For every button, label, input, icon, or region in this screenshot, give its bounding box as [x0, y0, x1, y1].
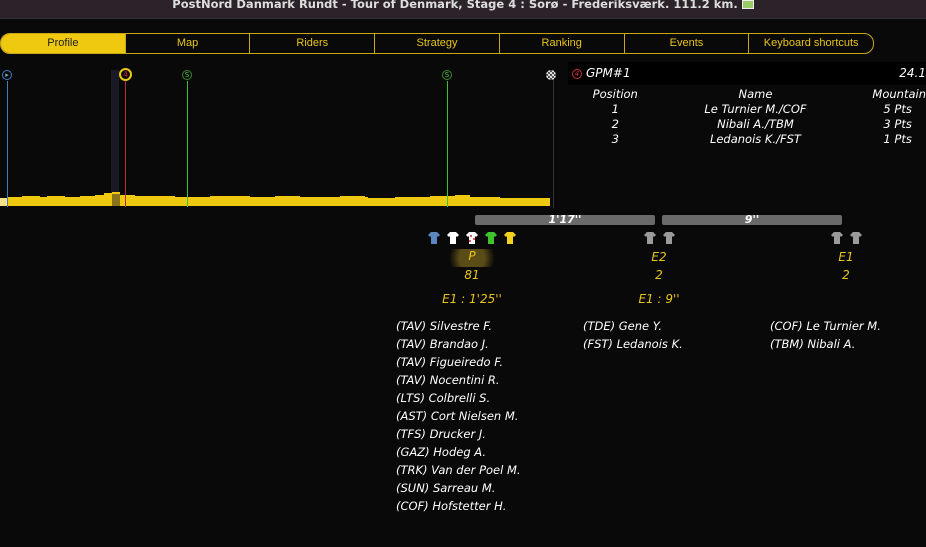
tab-strategy[interactable]: Strategy [375, 34, 500, 53]
jersey-icon [850, 229, 862, 244]
window-title-bar: PostNord Danmark Rundt - Tour of Denmark… [0, 0, 926, 19]
rider-item[interactable]: (TBM) Nibali A. [770, 335, 881, 353]
jersey-icon [644, 229, 656, 244]
group-count: 81 [464, 268, 480, 282]
flag-icon [741, 0, 754, 9]
group-delay: E1 : 9'' [638, 292, 680, 306]
rider-item[interactable]: (TAV) Brandao J. [396, 335, 521, 353]
rider-list: (TAV) Silvestre F. (TAV) Brandao J. (TAV) … [396, 317, 521, 515]
col-header: Position [592, 87, 638, 101]
rider-item[interactable]: (AST) Cort Nielsen M. [396, 407, 521, 425]
peloton-badge[interactable]: P [442, 249, 502, 267]
gpm-table: Position Name Mountain 1 Le Turnier M./COF 5… [568, 87, 926, 147]
sprint-line [447, 81, 448, 207]
window-title: PostNord Danmark Rundt - Tour of Denmark… [172, 0, 738, 11]
start-line [7, 81, 8, 207]
jersey-icon [663, 229, 675, 244]
rider-item[interactable]: (TAV) Nocentini R. [396, 371, 521, 389]
gpm-header: 4 GPM#1 24.1 [568, 62, 926, 85]
mountain-line [125, 81, 126, 207]
stage-profile[interactable]: ▸ 4 S S [0, 62, 556, 208]
gap-bar: 1'17'' [475, 214, 655, 225]
jersey-icon [485, 229, 497, 244]
sprint-icon[interactable]: S [182, 70, 192, 80]
table-row: 3 Ledanois K./FST 1 Pts [611, 132, 912, 146]
rider-list: (COF) Le Turnier M. (TBM) Nibali A. [770, 317, 881, 353]
finish-flag-icon[interactable] [546, 70, 556, 80]
tab-events[interactable]: Events [625, 34, 750, 53]
col-header: Mountain [872, 87, 926, 101]
rider-item[interactable]: (COF) Le Turnier M. [770, 317, 881, 335]
gpm-title: GPM#1 [586, 66, 631, 80]
rider-item[interactable]: (TAV) Silvestre F. [396, 317, 521, 335]
tab-profile[interactable]: Profile [1, 34, 126, 53]
rider-item[interactable]: (GAZ) Hodeg A. [396, 443, 521, 461]
col-header: Name [738, 87, 773, 101]
rider-item[interactable]: (LTS) Colbrelli S. [396, 389, 521, 407]
jersey-icon [466, 229, 478, 244]
gap-bar: 9'' [662, 214, 842, 225]
rider-item[interactable]: (SUN) Sarreau M. [396, 479, 521, 497]
jersey-icon [831, 229, 843, 244]
gpm-distance: 24.1 [899, 66, 926, 80]
sprint-line [187, 81, 188, 207]
rider-item[interactable]: (FST) Ledanois K. [583, 335, 683, 353]
group-count: 2 [655, 268, 663, 282]
rider-item[interactable]: (TAV) Figueiredo F. [396, 353, 521, 371]
start-icon[interactable]: ▸ [2, 70, 12, 80]
tab-bar: Profile Map Riders Strategy Ranking Even… [0, 33, 874, 54]
mountain-category-icon: 4 [572, 68, 582, 79]
mountain-sprint-icon[interactable]: 4 [119, 68, 132, 81]
sprint-icon[interactable]: S [442, 70, 452, 80]
rider-list: (TDE) Gene Y. (FST) Ledanois K. [583, 317, 683, 353]
jersey-icon [428, 229, 440, 244]
tab-ranking[interactable]: Ranking [500, 34, 625, 53]
gpm-panel: 4 GPM#1 24.1 Position Name Mountain 1 Le Turn… [568, 62, 926, 147]
tab-riders[interactable]: Riders [250, 34, 376, 53]
group-label[interactable]: E1 [816, 250, 876, 264]
jersey-icon [504, 229, 516, 244]
table-row: 1 Le Turnier M./COF 5 Pts [611, 102, 912, 116]
tab-keyboard-shortcuts[interactable]: Keyboard shortcuts [749, 34, 873, 53]
group-label[interactable]: E2 [629, 250, 689, 264]
rider-item[interactable]: (TDE) Gene Y. [583, 317, 683, 335]
group-count: 2 [842, 268, 850, 282]
rider-item[interactable]: (COF) Hofstetter H. [396, 497, 521, 515]
elevation-chart [0, 70, 554, 208]
tab-map[interactable]: Map [126, 34, 251, 53]
table-row: 2 Nibali A./TBM 3 Pts [611, 117, 912, 131]
rider-item[interactable]: (TFS) Drucker J. [396, 425, 521, 443]
rider-item[interactable]: (TRK) Van der Poel M. [396, 461, 521, 479]
jersey-icon [447, 229, 459, 244]
group-delay: E1 : 1'25'' [442, 292, 502, 306]
